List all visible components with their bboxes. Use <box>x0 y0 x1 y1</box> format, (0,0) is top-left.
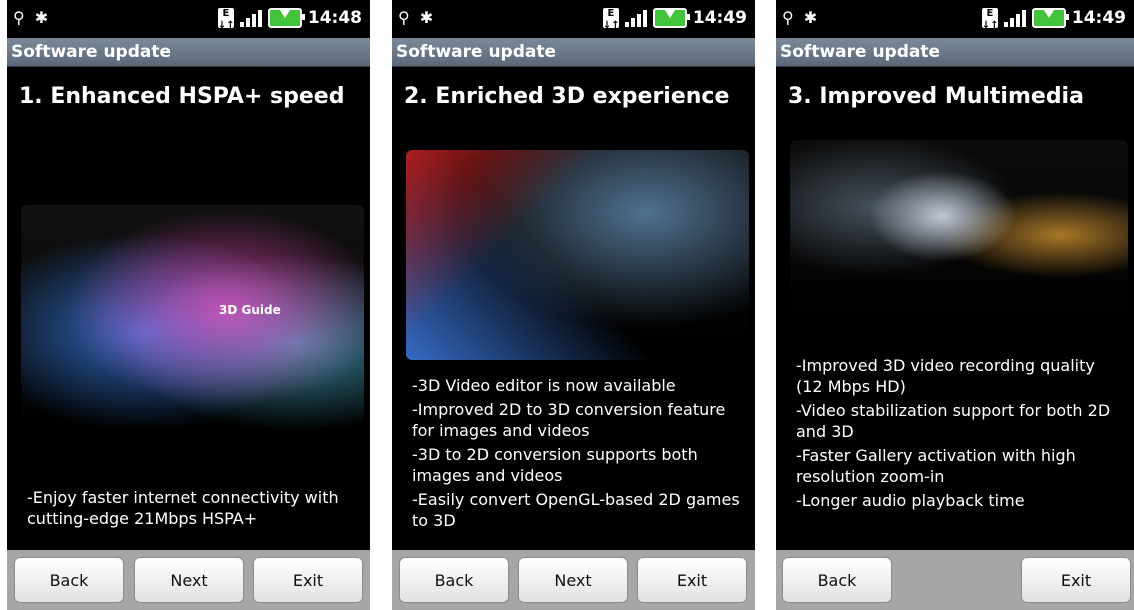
android-debug-icon: ✱ <box>803 8 818 27</box>
signal-icon <box>624 9 647 27</box>
feature-list: -Enjoy faster internet connectivity with… <box>27 487 360 532</box>
back-button[interactable]: Back <box>14 557 124 603</box>
status-bar: ⚲ ✱ E ↓↑ 14:49 <box>776 0 1134 38</box>
button-bar: Back Next Exit <box>392 550 755 610</box>
signal-icon <box>239 9 262 27</box>
usb-icon: ⚲ <box>782 8 794 27</box>
3d-guide-label: 3D Guide <box>219 303 281 317</box>
feature-illustration <box>790 140 1128 330</box>
edge-network-icon: E ↓↑ <box>981 8 999 31</box>
button-bar: Back Exit <box>776 550 1134 610</box>
status-time: 14:49 <box>1071 8 1126 28</box>
usb-icon: ⚲ <box>398 8 410 27</box>
status-bar: ⚲ ✱ E ↓↑ 14:49 <box>392 0 755 38</box>
status-bar: ⚲ ✱ E ↓↑ 14:48 <box>7 0 370 38</box>
screen-1: ⚲ ✱ E ↓↑ 14:48 Software update 1. Enhance… <box>7 0 370 610</box>
screen-3: ⚲ ✱ E ↓↑ 14:49 Software update 3. Improve… <box>776 0 1134 610</box>
status-time: 14:48 <box>307 8 362 28</box>
edge-network-icon: E ↓↑ <box>217 8 235 31</box>
android-debug-icon: ✱ <box>34 8 49 27</box>
list-item: -Improved 2D to 3D conversion feature fo… <box>412 400 726 440</box>
page-heading: 1. Enhanced HSPA+ speed <box>19 84 345 109</box>
list-item: -Enjoy faster internet connectivity with… <box>27 488 339 528</box>
title-bar: Software update <box>7 38 370 67</box>
list-item: -Video stabilization support for both 2D… <box>796 401 1111 441</box>
back-button[interactable]: Back <box>782 557 892 603</box>
screen-2: ⚲ ✱ E ↓↑ 14:49 Software update 2. Enriche… <box>392 0 755 610</box>
feature-illustration: 3D Guide <box>21 205 364 435</box>
battery-charging-icon <box>1031 8 1069 28</box>
back-button[interactable]: Back <box>399 557 509 603</box>
title-bar: Software update <box>392 38 755 67</box>
next-button[interactable]: Next <box>134 557 244 603</box>
exit-button[interactable]: Exit <box>253 557 363 603</box>
title-bar: Software update <box>776 38 1134 67</box>
page-heading: 2. Enriched 3D experience <box>404 84 730 109</box>
battery-charging-icon <box>267 8 305 28</box>
feature-illustration <box>406 150 749 360</box>
list-item: -Longer audio playback time <box>796 491 1025 510</box>
signal-icon <box>1003 9 1026 27</box>
android-debug-icon: ✱ <box>419 8 434 27</box>
list-item: -Easily convert OpenGL-based 2D games to… <box>412 490 740 530</box>
list-item: -3D to 2D conversion supports both image… <box>412 445 698 485</box>
battery-charging-icon <box>652 8 690 28</box>
button-bar: Back Next Exit <box>7 550 370 610</box>
usb-icon: ⚲ <box>13 8 25 27</box>
status-time: 14:49 <box>692 8 747 28</box>
exit-button[interactable]: Exit <box>1021 557 1131 603</box>
list-item: -Improved 3D video recording quality (12… <box>796 356 1095 396</box>
edge-network-icon: E ↓↑ <box>602 8 620 31</box>
feature-list: -Improved 3D video recording quality (12… <box>796 355 1124 514</box>
list-item: -Faster Gallery activation with high res… <box>796 446 1076 486</box>
feature-list: -3D Video editor is now available -Impro… <box>412 375 745 534</box>
exit-button[interactable]: Exit <box>637 557 747 603</box>
next-button[interactable]: Next <box>518 557 628 603</box>
list-item: -3D Video editor is now available <box>412 376 676 395</box>
page-heading: 3. Improved Multimedia <box>788 84 1084 109</box>
